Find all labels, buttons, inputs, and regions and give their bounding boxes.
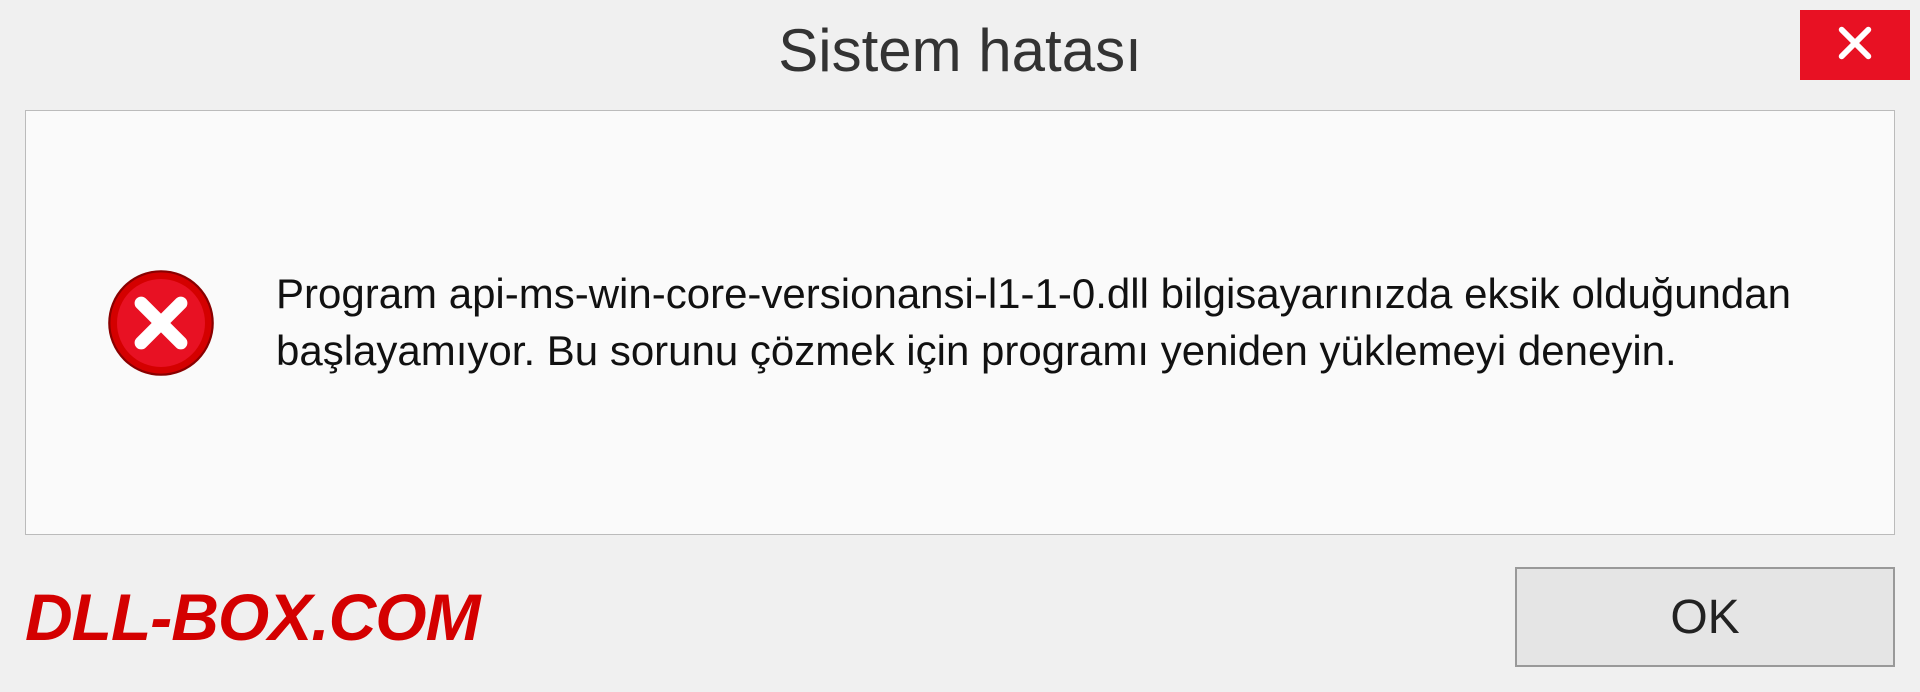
- titlebar: Sistem hatası: [0, 0, 1920, 100]
- bottom-bar: DLL-BOX.COM OK: [25, 562, 1895, 672]
- close-icon: [1835, 23, 1875, 68]
- error-icon: [106, 268, 216, 378]
- ok-button-label: OK: [1670, 590, 1739, 645]
- watermark-text: DLL-BOX.COM: [25, 579, 480, 655]
- dialog-content: Program api-ms-win-core-versionansi-l1-1…: [25, 110, 1895, 535]
- ok-button[interactable]: OK: [1515, 567, 1895, 667]
- error-message: Program api-ms-win-core-versionansi-l1-1…: [276, 266, 1834, 379]
- close-button[interactable]: [1800, 10, 1910, 80]
- dialog-title: Sistem hatası: [778, 16, 1142, 85]
